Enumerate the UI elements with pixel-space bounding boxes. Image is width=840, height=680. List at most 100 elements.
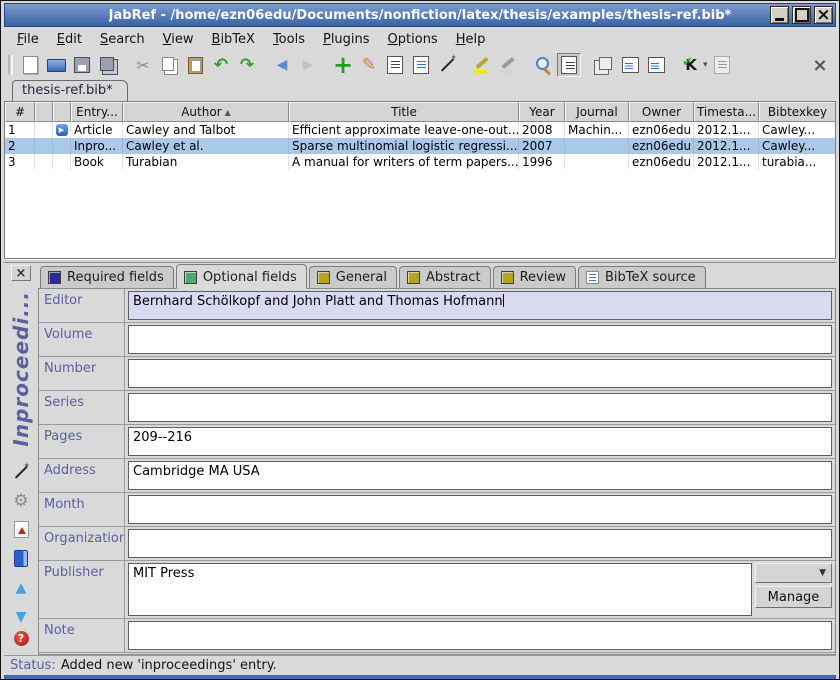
save-all-icon[interactable] [96, 53, 120, 77]
unmark-entries-icon[interactable] [496, 53, 520, 77]
close-editor-icon[interactable]: × [11, 265, 31, 281]
field-label: Organization [39, 527, 125, 560]
field-row-number: Number [39, 357, 835, 391]
forward-icon[interactable] [296, 53, 320, 77]
table-header-row: # Entry... Author ▲ Title Year Journal O… [5, 102, 835, 122]
undo-icon[interactable] [209, 53, 233, 77]
close-icon[interactable] [814, 6, 833, 24]
settings-gear-icon[interactable] [10, 490, 32, 512]
editor-field-input[interactable]: Bernhard Schölkopf and John Platt and Th… [128, 291, 832, 320]
cell-timestamp: 2012.1... [694, 154, 759, 170]
cut-icon[interactable] [131, 53, 155, 77]
volume-field-input[interactable] [128, 325, 832, 354]
field-row-editor: Editor Bernhard Schölkopf and John Platt… [39, 289, 835, 323]
table-row-selected[interactable]: 2 Inpro... Cawley et al. Sparse multinom… [5, 138, 835, 154]
number-field-input[interactable] [128, 359, 832, 388]
menu-search[interactable]: Search [91, 29, 154, 50]
cell-year: 1996 [519, 154, 565, 170]
toolbar-separator [122, 55, 129, 75]
tab-bibtex-source[interactable]: BibTeX source [578, 266, 706, 288]
header-year[interactable]: Year [519, 102, 565, 122]
header-bibtexkey[interactable]: Bibtexkey [759, 102, 835, 122]
note-field-input[interactable] [128, 621, 832, 650]
menu-edit[interactable]: Edit [48, 29, 91, 50]
mark-entries-icon[interactable] [470, 53, 494, 77]
pages-field-input[interactable]: 209--216 [128, 427, 832, 456]
tab-label: Review [520, 270, 566, 285]
tab-optional-fields[interactable]: Optional fields [176, 264, 307, 289]
entry-editor: × Inproceedi... Required fields Optional… [4, 263, 836, 655]
header-file[interactable] [53, 102, 71, 122]
organization-field-input[interactable] [128, 529, 832, 558]
search-icon[interactable] [531, 53, 555, 77]
open-database-icon[interactable] [44, 53, 68, 77]
generate-bibtex-key-icon[interactable] [10, 461, 32, 483]
publisher-selector-dropdown[interactable]: ▼ [755, 563, 832, 583]
abstract-swatch-icon [407, 271, 420, 284]
edit-strings-icon[interactable] [409, 53, 433, 77]
edit-preamble-icon[interactable] [383, 53, 407, 77]
help-icon[interactable] [10, 628, 32, 650]
menu-plugins[interactable]: Plugins [314, 29, 379, 50]
series-field-input[interactable] [128, 393, 832, 422]
minimize-icon[interactable] [770, 6, 789, 24]
export-icon[interactable] [710, 53, 734, 77]
push-to-lyx-icon[interactable] [679, 53, 703, 77]
open-url-icon[interactable] [10, 548, 32, 570]
next-entry-icon[interactable] [10, 606, 32, 628]
previous-entry-icon[interactable] [10, 577, 32, 599]
manage-button[interactable]: Manage [755, 586, 832, 608]
tab-abstract[interactable]: Abstract [399, 266, 491, 288]
header-number[interactable]: # [5, 102, 35, 122]
tab-review[interactable]: Review [493, 266, 576, 288]
table-row[interactable]: 1 Article Cawley and Talbot Efficient ap… [5, 122, 835, 138]
duplicate-entry-icon[interactable] [592, 53, 616, 77]
month-field-input[interactable] [128, 495, 832, 524]
back-icon[interactable] [270, 53, 294, 77]
field-row-pages: Pages 209--216 [39, 425, 835, 459]
copy-icon[interactable] [157, 53, 181, 77]
new-entry-icon[interactable] [331, 53, 355, 77]
paste-icon[interactable] [183, 53, 207, 77]
editor-tab-bar: Required fields Optional fields General … [38, 263, 836, 289]
menu-options[interactable]: Options [379, 29, 447, 50]
tab-required-fields[interactable]: Required fields [40, 266, 174, 288]
header-entrytype[interactable]: Entry... [71, 102, 123, 122]
menu-file[interactable]: File [8, 29, 48, 50]
header-ranking[interactable] [35, 102, 53, 122]
field-row-series: Series [39, 391, 835, 425]
toggle-groups-icon[interactable] [557, 53, 581, 77]
maximize-icon[interactable] [792, 6, 811, 24]
address-field-input[interactable]: Cambridge MA USA [128, 461, 832, 490]
new-database-icon[interactable] [18, 53, 42, 77]
tab-general[interactable]: General [309, 266, 397, 288]
menu-bibtex[interactable]: BibTeX [203, 29, 264, 50]
new-entry-wizard-icon[interactable] [435, 53, 459, 77]
push-to-application-icon[interactable] [618, 53, 642, 77]
title-bar[interactable]: JabRef - /home/ezn06edu/Documents/nonfic… [4, 3, 836, 27]
header-author[interactable]: Author ▲ [123, 102, 289, 122]
publisher-field-input[interactable]: MIT Press [128, 563, 752, 616]
menu-view[interactable]: View [154, 29, 203, 50]
push-dropdown-caret-icon[interactable]: ▾ [703, 60, 708, 70]
header-owner[interactable]: Owner [629, 102, 694, 122]
header-title[interactable]: Title [289, 102, 519, 122]
toolbar-drag-handle[interactable] [8, 55, 13, 75]
push-to-application-2-icon[interactable] [644, 53, 668, 77]
close-database-icon[interactable] [808, 53, 832, 77]
menu-tools[interactable]: Tools [264, 29, 314, 50]
cell-journal: Machin... [565, 122, 629, 138]
field-label: Editor [39, 289, 125, 322]
redo-icon[interactable] [235, 53, 259, 77]
review-swatch-icon [501, 271, 514, 284]
url-icon[interactable] [56, 124, 68, 136]
cell-ranking [35, 122, 53, 138]
edit-entry-icon[interactable] [357, 53, 381, 77]
database-tab[interactable]: thesis-ref.bib* [12, 80, 128, 101]
save-database-icon[interactable] [70, 53, 94, 77]
table-row[interactable]: 3 Book Turabian A manual for writers of … [5, 154, 835, 170]
header-timestamp[interactable]: Timesta... [694, 102, 759, 122]
open-pdf-icon[interactable] [10, 519, 32, 541]
menu-help[interactable]: Help [447, 29, 495, 50]
header-journal[interactable]: Journal [565, 102, 629, 122]
